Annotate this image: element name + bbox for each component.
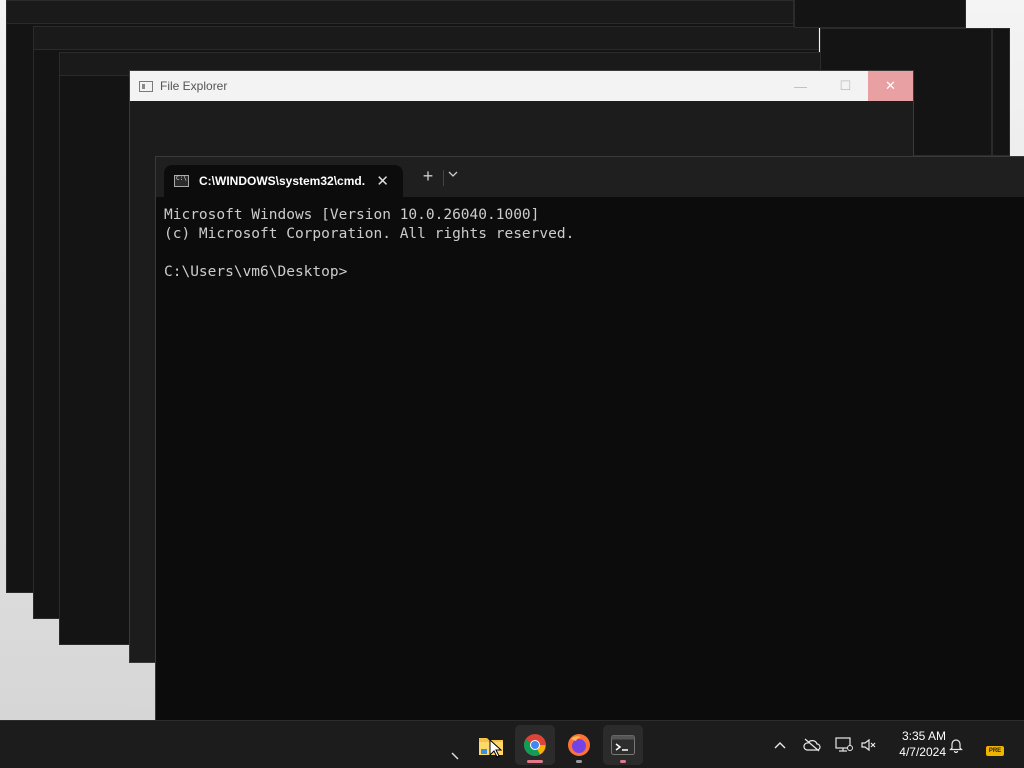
terminal-icon: [611, 735, 635, 755]
background-window: [992, 28, 1010, 156]
window-title: File Explorer: [160, 79, 228, 93]
clock-date: 4/7/2024: [899, 745, 946, 759]
mouse-cursor-icon: [451, 747, 459, 765]
desktop: File Explorer — ☐ ✕ C:\WINDOWS\system32\…: [0, 0, 1024, 720]
cmd-icon: [174, 175, 189, 187]
running-indicator: [527, 760, 543, 763]
taskbar-firefox[interactable]: [559, 725, 599, 765]
preview-badge: PRE: [986, 746, 1004, 756]
taskbar: 3:35 AM 4/7/2024: [0, 720, 1024, 768]
system-clock[interactable]: 3:35 AM 4/7/2024: [890, 728, 946, 760]
divider: [443, 170, 444, 186]
minimize-button[interactable]: —: [778, 71, 823, 101]
clock-time: 3:35 AM: [901, 729, 946, 743]
console-output[interactable]: Microsoft Windows [Version 10.0.26040.10…: [156, 197, 1024, 282]
file-explorer-icon: [139, 80, 153, 92]
running-indicator: [620, 760, 626, 763]
taskbar-file-explorer[interactable]: [471, 725, 511, 765]
terminal-window[interactable]: C:\WINDOWS\system32\cmd. ✕ + Microsoft W…: [155, 156, 1024, 720]
tab-cmd[interactable]: C:\WINDOWS\system32\cmd. ✕: [164, 165, 403, 197]
file-explorer-titlebar[interactable]: File Explorer — ☐ ✕: [130, 71, 913, 101]
tab-strip: C:\WINDOWS\system32\cmd. ✕ +: [156, 157, 1024, 197]
volume-muted-icon[interactable]: [857, 731, 881, 759]
close-button[interactable]: ✕: [868, 71, 913, 101]
chrome-icon: [524, 734, 546, 756]
new-tab-button[interactable]: +: [418, 166, 438, 187]
taskbar-terminal[interactable]: [603, 725, 643, 765]
taskbar-chrome[interactable]: [515, 725, 555, 765]
close-tab-icon[interactable]: ✕: [376, 172, 389, 190]
firefox-icon: [568, 734, 590, 756]
console-line: Microsoft Windows [Version 10.0.26040.10…: [164, 207, 540, 223]
chevron-down-icon[interactable]: [448, 169, 458, 181]
console-line: (c) Microsoft Corporation. All rights re…: [164, 226, 575, 242]
maximize-button[interactable]: ☐: [823, 71, 868, 101]
network-icon[interactable]: [832, 731, 856, 759]
tab-title: C:\WINDOWS\system32\cmd.: [199, 174, 366, 188]
pointer-icon: [489, 739, 503, 758]
background-window: [794, 0, 966, 28]
running-indicator: [576, 760, 582, 763]
bell-icon[interactable]: [944, 731, 968, 759]
chevron-up-icon[interactable]: [768, 731, 792, 759]
cloud-offline-icon[interactable]: [800, 731, 824, 759]
command-prompt[interactable]: C:\Users\vm6\Desktop>: [164, 263, 1024, 282]
